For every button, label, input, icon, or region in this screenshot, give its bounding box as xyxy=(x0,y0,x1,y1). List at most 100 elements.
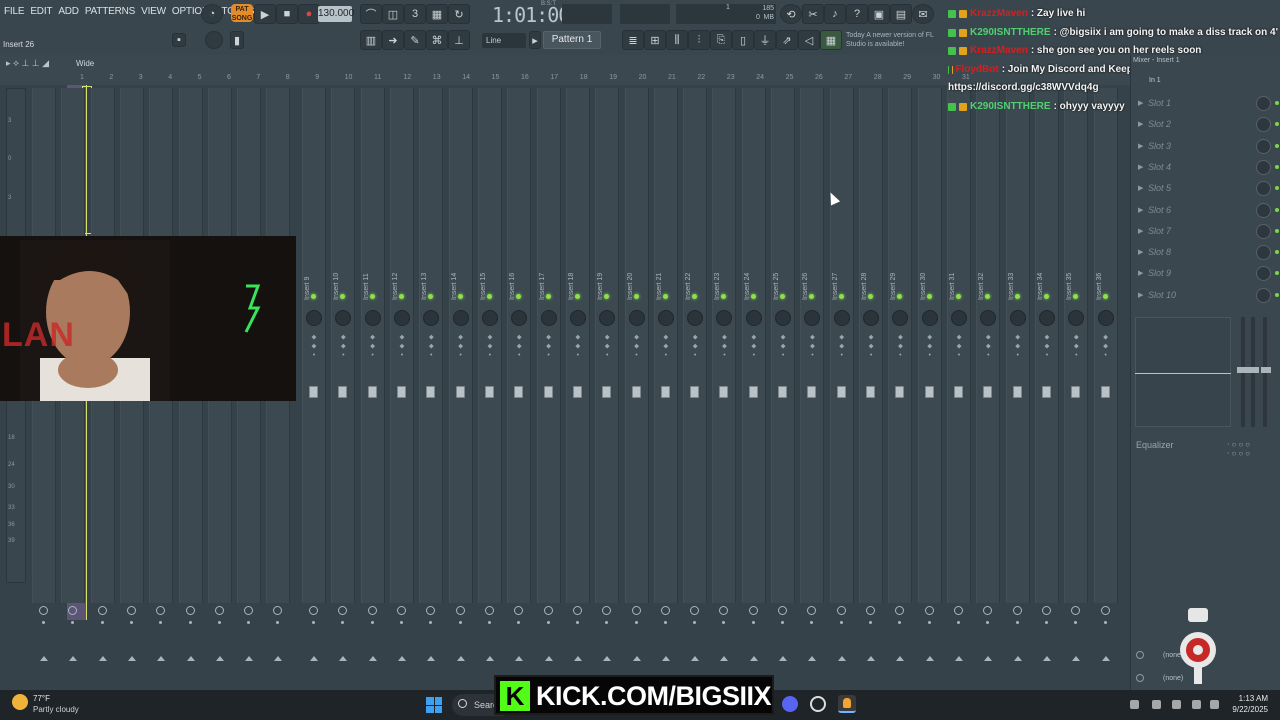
slot-mix-knob[interactable] xyxy=(1256,287,1271,303)
expand-arrow-icon[interactable]: ▶ xyxy=(1138,248,1143,256)
mixer-insert-28[interactable]: Insert 28 ⬥ ⬥ • xyxy=(857,88,885,690)
pattern-selector[interactable]: Pattern 1 xyxy=(543,31,601,49)
stereo-icon[interactable]: ⬥ ⬥ • xyxy=(984,333,992,360)
countdown-icon[interactable]: 3 xyxy=(404,4,426,24)
expand-arrow-icon[interactable]: ▶ xyxy=(1138,163,1143,171)
effect-slot[interactable]: ▶ Slot 8 xyxy=(1136,243,1279,263)
clipboard-icon[interactable]: ▯ xyxy=(732,30,754,50)
send-knob[interactable] xyxy=(572,606,582,615)
send-knob[interactable] xyxy=(543,606,553,615)
stereo-icon[interactable]: ⬥ ⬥ • xyxy=(1102,333,1110,360)
menu-file[interactable]: FILE xyxy=(4,6,25,17)
insert-enable-led[interactable] xyxy=(398,294,404,299)
browser-icon[interactable]: ⎘ xyxy=(710,30,732,50)
route-arrow-icon[interactable] xyxy=(720,656,729,661)
mixer-insert-24[interactable]: Insert 24 ⬥ ⬥ • xyxy=(740,88,768,690)
mixer-insert-20[interactable]: Insert 20 ⬥ ⬥ • xyxy=(623,88,651,690)
mixer-insert-12[interactable]: Insert 12 ⬥ ⬥ • xyxy=(388,88,416,690)
route-arrow-icon[interactable] xyxy=(1013,656,1022,661)
mixer-layout-label[interactable]: Wide xyxy=(76,59,94,68)
volume-fader[interactable] xyxy=(514,386,524,398)
send-knob[interactable] xyxy=(1100,606,1110,615)
send-knob[interactable] xyxy=(983,606,993,615)
cloud-icon[interactable] xyxy=(1152,700,1161,709)
route-arrow-icon[interactable] xyxy=(215,656,224,661)
send-knob[interactable] xyxy=(1071,606,1081,615)
link-icon[interactable]: ⌘ xyxy=(426,30,448,50)
send-knob[interactable] xyxy=(396,606,406,615)
expand-arrow-icon[interactable]: ▶ xyxy=(1138,184,1143,192)
volume-fader[interactable] xyxy=(1071,386,1081,398)
equalizer-graph[interactable] xyxy=(1135,317,1231,427)
slot-enable-led[interactable] xyxy=(1275,207,1279,212)
mixer-insert-31[interactable]: Insert 31 ⬥ ⬥ • xyxy=(945,88,973,690)
effect-slot[interactable]: ▶ Slot 2 xyxy=(1136,115,1279,135)
insert-enable-led[interactable] xyxy=(1102,294,1108,299)
send-knob[interactable] xyxy=(156,606,166,615)
insert-enable-led[interactable] xyxy=(926,294,932,299)
send-knob[interactable] xyxy=(244,606,254,615)
pan-knob[interactable] xyxy=(1039,310,1055,326)
stereo-icon[interactable]: ⬥ ⬥ • xyxy=(545,333,553,360)
stereo-icon[interactable]: ⬥ ⬥ • xyxy=(427,333,435,360)
stereo-icon[interactable]: ⬥ ⬥ • xyxy=(720,333,728,360)
mixer-insert-14[interactable]: Insert 14 ⬥ ⬥ • xyxy=(447,88,475,690)
volume-fader[interactable] xyxy=(807,386,817,398)
pan-knob[interactable] xyxy=(364,310,381,326)
insert-enable-led[interactable] xyxy=(956,294,962,299)
route-arrow-icon[interactable] xyxy=(573,656,582,661)
route-arrow-icon[interactable] xyxy=(984,656,993,661)
brush-icon[interactable]: ✎ xyxy=(404,30,426,50)
clock-time[interactable]: 1:13 AM xyxy=(1234,694,1268,703)
volume-fader[interactable] xyxy=(631,386,641,398)
send-knob[interactable] xyxy=(924,606,934,615)
stereo-icon[interactable]: ⬥ ⬥ • xyxy=(339,333,347,360)
master-volume-knob[interactable] xyxy=(205,31,223,49)
stereo-icon[interactable]: ⬥ ⬥ • xyxy=(398,333,406,360)
route-arrow-icon[interactable] xyxy=(867,656,876,661)
wait-icon[interactable]: ◫ xyxy=(382,4,404,24)
mixer-insert-10[interactable]: Insert 10 ⬥ ⬥ • xyxy=(329,88,357,690)
send-knob[interactable] xyxy=(273,606,283,615)
send-knob[interactable] xyxy=(338,606,348,615)
microphone-icon[interactable]: ♪ xyxy=(824,4,846,24)
menu-add[interactable]: ADD xyxy=(58,6,79,17)
expand-arrow-icon[interactable]: ▶ xyxy=(1138,142,1143,150)
slot-mix-knob[interactable] xyxy=(1256,181,1271,197)
volume-fader[interactable] xyxy=(572,386,582,398)
send-knob[interactable] xyxy=(214,606,224,615)
expand-arrow-icon[interactable]: ▶ xyxy=(1138,99,1143,107)
route-arrow-icon[interactable] xyxy=(603,656,612,661)
stereo-icon[interactable]: ⬥ ⬥ • xyxy=(926,333,934,360)
send-knob[interactable] xyxy=(185,606,195,615)
pat-song-toggle[interactable]: PAT SONG xyxy=(231,4,253,22)
volume-fader[interactable] xyxy=(690,386,700,398)
volume-fader[interactable] xyxy=(396,386,406,398)
volume-fader[interactable] xyxy=(426,386,436,398)
lock-icon[interactable]: ▪ xyxy=(172,33,186,47)
arrow-icon[interactable]: ➜ xyxy=(382,30,404,50)
pan-knob[interactable] xyxy=(1097,310,1114,326)
metronome-icon[interactable]: ⌒ xyxy=(360,4,382,24)
channel-rack-icon[interactable]: ⊞ xyxy=(644,30,666,50)
route-arrow-icon[interactable] xyxy=(40,656,48,661)
pan-knob[interactable] xyxy=(657,310,674,326)
stamp-icon[interactable]: ⊥ xyxy=(448,30,470,50)
eq-icon[interactable]: ⫶ xyxy=(688,30,710,50)
volume-fader[interactable] xyxy=(1100,386,1110,398)
send-knob[interactable] xyxy=(68,606,78,615)
volume-fader[interactable] xyxy=(1042,386,1051,398)
volume-fader[interactable] xyxy=(455,386,465,398)
mixer-insert-16[interactable]: Insert 16 ⬥ ⬥ • xyxy=(505,88,533,690)
piano-roll-icon[interactable]: ▥ xyxy=(360,30,382,50)
mixer-insert-30[interactable]: Insert 30 ⬥ ⬥ • xyxy=(916,88,944,690)
stereo-icon[interactable]: ⬥ ⬥ • xyxy=(603,333,611,360)
send-knob[interactable] xyxy=(690,606,700,615)
send-knob[interactable] xyxy=(455,606,465,615)
stop-icon[interactable]: ■ xyxy=(276,4,298,24)
slot-mix-knob[interactable] xyxy=(1256,117,1271,133)
volume-fader[interactable] xyxy=(866,386,876,398)
stereo-icon[interactable]: ⬥ ⬥ • xyxy=(1014,333,1022,360)
mixer-insert-23[interactable]: Insert 23 ⬥ ⬥ • xyxy=(710,88,738,690)
mixer-insert-21[interactable]: Insert 21 ⬥ ⬥ • xyxy=(652,88,680,690)
